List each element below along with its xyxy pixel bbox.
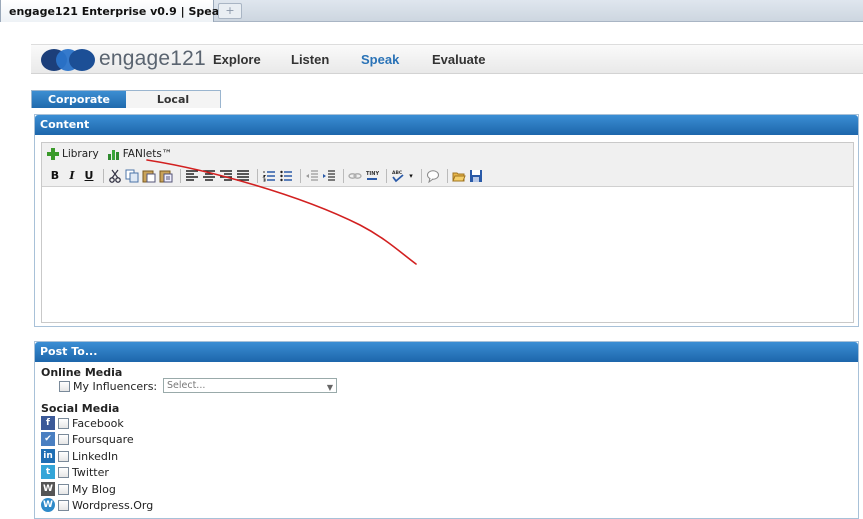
align-right-icon[interactable] <box>219 169 233 183</box>
comment-icon[interactable] <box>426 169 440 183</box>
tab-corporate[interactable]: Corporate <box>32 91 126 108</box>
editor-text-area[interactable] <box>42 187 853 322</box>
fanlets-label: FANlets™ <box>122 148 173 160</box>
align-center-icon[interactable] <box>202 169 216 183</box>
facebook-icon: f <box>41 416 55 430</box>
service-row-wordpress: W Wordpress.Org <box>41 497 153 513</box>
content-panel-title: Content <box>35 115 858 135</box>
paste-text-icon[interactable] <box>159 169 173 183</box>
svg-text:TINY: TINY <box>366 171 379 177</box>
foursquare-label: Foursquare <box>72 432 134 446</box>
bold-button[interactable]: B <box>48 169 62 183</box>
plus-icon <box>47 148 59 160</box>
toolbar-separator <box>300 168 301 183</box>
editor-top-toolbar: Library FANlets™ <box>42 143 853 165</box>
copy-icon[interactable] <box>125 169 139 183</box>
browser-tab-title: engage121 Enterprise v0.9 | Speak <box>9 4 227 18</box>
twitter-icon: t <box>41 465 55 479</box>
scope-tabs: Corporate Local <box>31 90 221 108</box>
my-blog-label: My Blog <box>72 482 116 496</box>
browser-tab[interactable]: engage121 Enterprise v0.9 | Speak <box>0 0 226 22</box>
post-to-panel-title: Post To... <box>35 342 858 362</box>
facebook-label: Facebook <box>72 416 124 430</box>
wordpress-label: Wordpress.Org <box>72 498 154 512</box>
toolbar-separator <box>343 168 344 183</box>
service-row-my-blog: W My Blog <box>41 481 116 497</box>
toolbar-separator <box>447 168 448 183</box>
social-media-label: Social Media <box>41 402 120 415</box>
align-justify-icon[interactable] <box>236 169 250 183</box>
my-influencers-checkbox[interactable] <box>59 380 70 392</box>
align-left-icon[interactable] <box>185 169 199 183</box>
foursquare-icon: ✔ <box>41 432 55 446</box>
twitter-checkbox[interactable] <box>58 466 69 478</box>
nav-evaluate[interactable]: Evaluate <box>432 52 485 67</box>
svg-text:ABC: ABC <box>392 170 403 176</box>
nav-speak[interactable]: Speak <box>361 52 399 67</box>
link-icon[interactable] <box>348 169 362 183</box>
browser-tab-bar: engage121 Enterprise v0.9 | Speak + <box>0 0 863 22</box>
bullet-list-icon[interactable] <box>279 169 293 183</box>
editor-format-toolbar: B I U TINY ABC ▾ <box>42 165 853 187</box>
service-row-facebook: f Facebook <box>41 415 124 431</box>
save-icon[interactable] <box>469 169 483 183</box>
my-influencers-row: My Influencers: <box>59 378 157 394</box>
library-button[interactable]: Library <box>46 147 99 161</box>
service-row-twitter: t Twitter <box>41 464 109 480</box>
toolbar-separator <box>257 168 258 183</box>
toolbar-separator <box>103 168 104 183</box>
chevron-down-icon[interactable]: ▾ <box>408 169 414 183</box>
nav-explore[interactable]: Explore <box>213 52 261 67</box>
toolbar-separator <box>386 168 387 183</box>
brand-name: engage121 <box>99 47 206 70</box>
linkedin-checkbox[interactable] <box>58 450 69 462</box>
influencers-select-value: Select... <box>167 380 206 391</box>
wordpress-icon: W <box>41 498 55 512</box>
italic-button[interactable]: I <box>65 169 79 183</box>
service-row-foursquare: ✔ Foursquare <box>41 431 134 447</box>
post-to-panel: Post To... Online Media My Influencers: … <box>34 341 859 519</box>
blog-icon: W <box>41 482 55 496</box>
toolbar-separator <box>180 168 181 183</box>
new-tab-button[interactable]: + <box>218 3 242 19</box>
engage121-logo-icon <box>41 49 95 71</box>
spellcheck-icon[interactable]: ABC <box>391 169 405 183</box>
indent-icon[interactable] <box>322 169 336 183</box>
bar-chart-icon <box>107 150 119 160</box>
numbered-list-icon[interactable] <box>262 169 276 183</box>
cut-icon[interactable] <box>108 169 122 183</box>
paste-icon[interactable] <box>142 169 156 183</box>
library-label: Library <box>62 148 99 160</box>
content-panel: Content Library FANlets™ B I U TINY ABC … <box>34 114 859 327</box>
app-header: engage121 Explore Listen Speak Evaluate <box>31 44 863 74</box>
foursquare-checkbox[interactable] <box>58 433 69 445</box>
tab-local[interactable]: Local <box>126 91 220 108</box>
open-folder-icon[interactable] <box>452 169 466 183</box>
service-row-linkedin: in LinkedIn <box>41 448 118 464</box>
my-influencers-label: My Influencers: <box>73 379 158 393</box>
influencers-select[interactable]: Select... ▼ <box>163 378 337 393</box>
fanlets-button[interactable]: FANlets™ <box>107 147 173 161</box>
nav-listen[interactable]: Listen <box>291 52 329 67</box>
tinyurl-icon[interactable]: TINY <box>365 169 379 183</box>
linkedin-icon: in <box>41 449 55 463</box>
twitter-label: Twitter <box>72 465 109 479</box>
linkedin-label: LinkedIn <box>72 449 119 463</box>
my-blog-checkbox[interactable] <box>58 483 69 495</box>
wordpress-checkbox[interactable] <box>58 499 69 511</box>
rich-text-editor: Library FANlets™ B I U TINY ABC ▾ <box>41 142 854 323</box>
outdent-icon[interactable] <box>305 169 319 183</box>
facebook-checkbox[interactable] <box>58 417 69 429</box>
underline-button[interactable]: U <box>82 169 96 183</box>
toolbar-separator <box>421 168 422 183</box>
chevron-down-icon: ▼ <box>326 383 333 392</box>
